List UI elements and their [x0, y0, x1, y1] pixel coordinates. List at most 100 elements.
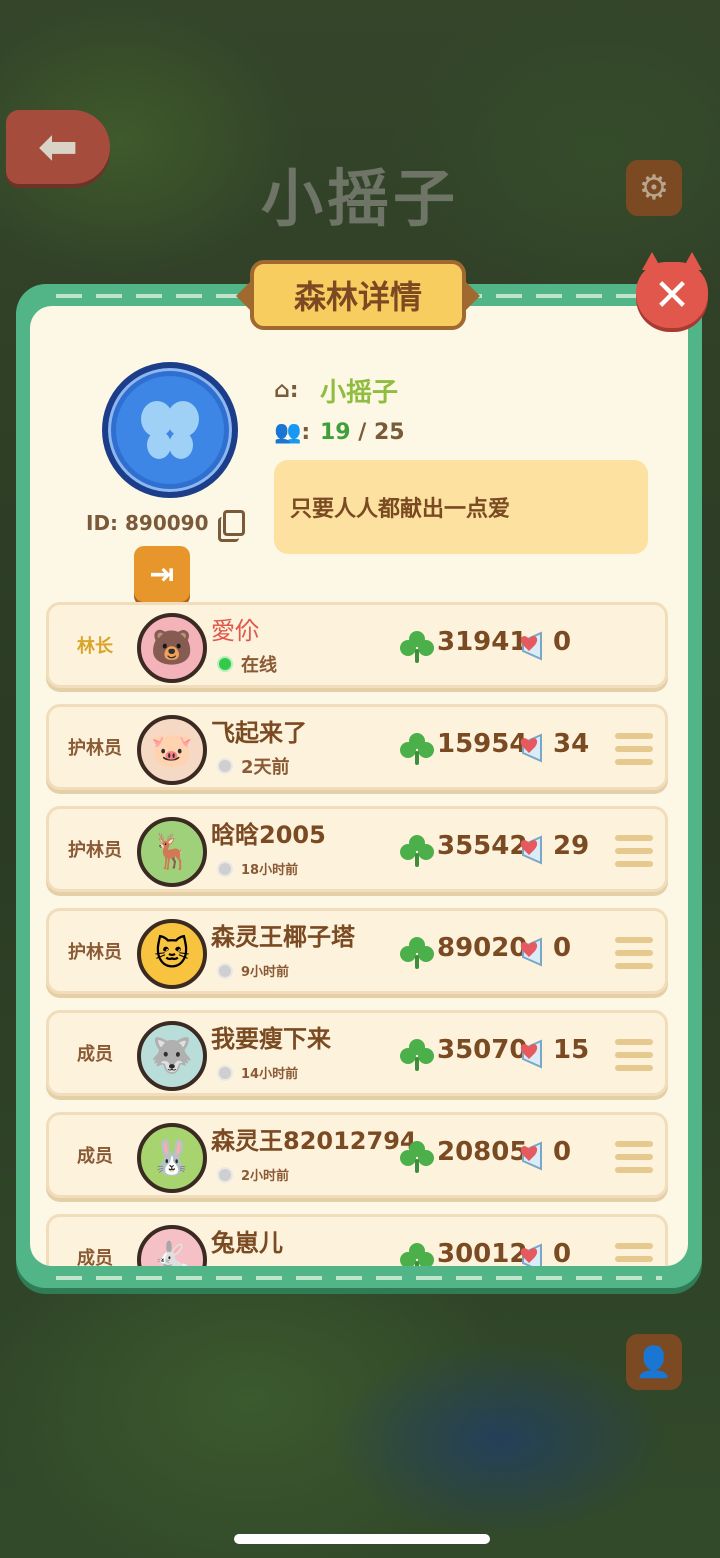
member-avatar[interactable]: 🐇: [137, 1225, 207, 1266]
gear-icon: ⚙: [638, 168, 670, 208]
clover-icon: [400, 1243, 434, 1266]
leave-forest-button[interactable]: ⇥: [134, 546, 190, 602]
member-heart-count: 34: [553, 729, 590, 759]
butterfly-icon: [141, 401, 199, 459]
member-status: 9小时前: [217, 961, 289, 980]
forest-name-row: ⌂: 小摇子: [274, 372, 398, 409]
member-status-text: 2天前: [241, 757, 290, 778]
member-row[interactable]: 护林员 🐷 飞起来了 2天前 15954 34: [46, 704, 668, 790]
member-heart-count: 0: [553, 933, 572, 963]
member-clover-count: 15954: [437, 729, 528, 759]
member-row[interactable]: 护林员 🐱 森灵王椰子塔 9小时前 89020 0: [46, 908, 668, 994]
member-avatar[interactable]: 🐻: [137, 613, 207, 683]
heart-megaphone-icon: [520, 1141, 542, 1171]
member-name: 晗晗2005: [211, 821, 326, 849]
member-role: 护林员: [68, 738, 122, 759]
member-heart-count: 0: [553, 627, 572, 657]
member-menu-icon[interactable]: [615, 1039, 653, 1071]
clover-icon: [400, 835, 434, 867]
member-avatar[interactable]: 🐰: [137, 1123, 207, 1193]
status-dot-icon: [217, 1166, 233, 1183]
avatar-image: 🐇: [150, 1240, 194, 1266]
member-row[interactable]: 成员 🐺 我要瘦下来 14小时前 35070 15: [46, 1010, 668, 1096]
home-indicator[interactable]: [234, 1534, 490, 1544]
members-icon: 👥:: [274, 420, 311, 445]
avatar-image: 🐱: [154, 934, 190, 974]
heart-megaphone-icon: [520, 937, 542, 967]
member-heart-count: 29: [553, 831, 590, 861]
clover-icon: [400, 733, 434, 765]
member-role: 护林员: [68, 840, 122, 861]
member-row[interactable]: 林长 🐻 愛伱 在线 31941 0: [46, 602, 668, 688]
status-dot-icon: [217, 656, 233, 672]
dialog-content: ID: 890090 ⇥ ⌂: 小摇子 👥: 19 / 25 只要人人都献出一点…: [30, 306, 688, 1266]
forest-name: 小摇子: [320, 378, 399, 408]
avatar-image: 🐷: [150, 730, 194, 770]
forest-id-text: ID: 890090: [86, 511, 209, 535]
avatar-image: 🦌: [150, 832, 194, 872]
member-clover-count: 35070: [437, 1035, 528, 1065]
member-status: 2天前: [217, 753, 290, 779]
member-heart-count: 0: [553, 1137, 572, 1167]
status-dot-icon: [217, 860, 233, 877]
member-clover-count: 20805: [437, 1137, 528, 1167]
member-name: 兔崽儿: [211, 1229, 283, 1257]
home-icon: ⌂:: [274, 378, 299, 403]
forest-details-dialog: ID: 890090 ⇥ ⌂: 小摇子 👥: 19 / 25 只要人人都献出一点…: [16, 284, 702, 1288]
status-dot-icon: [217, 1064, 233, 1081]
clover-icon: [400, 1141, 434, 1173]
member-avatar[interactable]: 🦌: [137, 817, 207, 887]
dialog-bottom-border: [56, 1276, 662, 1280]
member-row[interactable]: 成员 🐇 兔崽儿 10小时前 30012 0: [46, 1214, 668, 1266]
heart-megaphone-icon: [520, 631, 542, 661]
member-status: 14小时前: [217, 1063, 298, 1082]
member-status: 在线: [217, 651, 277, 677]
member-menu-icon[interactable]: [615, 733, 653, 765]
member-count-row: 👥: 19 / 25: [274, 420, 405, 445]
copy-icon[interactable]: [217, 510, 245, 542]
member-count: 19 / 25: [320, 420, 405, 445]
heart-megaphone-icon: [520, 835, 542, 865]
member-avatar[interactable]: 🐺: [137, 1021, 207, 1091]
member-avatar[interactable]: 🐱: [137, 919, 207, 989]
member-avatar[interactable]: 🐷: [137, 715, 207, 785]
member-menu-icon[interactable]: [615, 1243, 653, 1266]
close-icon: ✕: [653, 269, 691, 321]
background-forest-title: 小摇子: [260, 162, 459, 235]
clover-icon: [400, 1039, 434, 1071]
member-menu-icon[interactable]: [615, 1141, 653, 1173]
member-status-text: 18小时前: [241, 863, 299, 878]
member-status-text: 14小时前: [241, 1067, 299, 1082]
member-menu-icon[interactable]: [615, 835, 653, 867]
member-heart-count: 0: [553, 1239, 572, 1266]
member-clover-count: 30012: [437, 1239, 528, 1266]
forest-id: ID: 890090: [86, 510, 245, 542]
avatar-image: 🐻: [150, 628, 194, 668]
forest-motto: 只要人人都献出一点爱: [274, 460, 648, 554]
profile-button[interactable]: 👤: [626, 1334, 682, 1390]
settings-button[interactable]: ⚙: [626, 160, 682, 216]
avatar-image: 🐺: [150, 1036, 194, 1076]
clover-icon: [400, 631, 434, 663]
member-clover-count: 35542: [437, 831, 528, 861]
member-name: 森灵王82012794: [211, 1127, 417, 1155]
member-status: 2小时前: [217, 1165, 289, 1184]
close-button[interactable]: ✕: [636, 252, 708, 328]
member-menu-icon[interactable]: [615, 937, 653, 969]
member-role: 成员: [77, 1146, 113, 1167]
exit-icon: ⇥: [149, 556, 175, 592]
member-status-text: 9小时前: [241, 965, 290, 980]
clover-icon: [400, 937, 434, 969]
member-name: 森灵王椰子塔: [211, 923, 355, 951]
member-row[interactable]: 成员 🐰 森灵王82012794 2小时前 20805 0: [46, 1112, 668, 1198]
member-name: 飞起来了: [211, 719, 307, 747]
dialog-title: 森林详情: [236, 260, 480, 330]
member-heart-count: 15: [553, 1035, 590, 1065]
status-dot-icon: [217, 758, 233, 774]
heart-megaphone-icon: [520, 1039, 542, 1069]
member-role: 林长: [77, 636, 113, 657]
member-status: 18小时前: [217, 859, 298, 878]
forest-emblem: [102, 362, 238, 498]
member-clover-count: 89020: [437, 933, 528, 963]
member-row[interactable]: 护林员 🦌 晗晗2005 18小时前 35542 29: [46, 806, 668, 892]
